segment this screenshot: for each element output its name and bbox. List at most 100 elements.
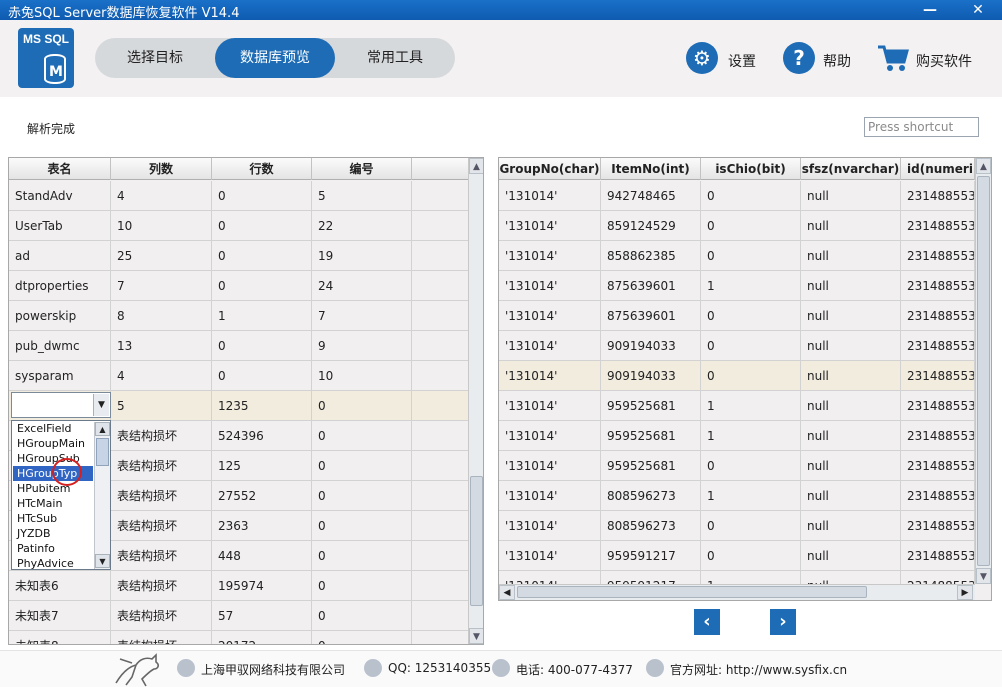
table-row[interactable]: '131014'8085962730null2314885530 bbox=[499, 511, 975, 541]
table-row[interactable]: '131014'8756396010null2314885530 bbox=[499, 301, 975, 331]
table-cell: 448 bbox=[212, 541, 312, 571]
minimize-button[interactable]: — bbox=[918, 1, 942, 19]
table-row[interactable]: '131014'9595256810null2314885530 bbox=[499, 451, 975, 481]
scroll-down-icon[interactable]: ▼ bbox=[469, 628, 483, 644]
scroll-up-icon[interactable]: ▲ bbox=[95, 422, 110, 436]
column-header-ischio[interactable]: isChio(bit) bbox=[701, 158, 801, 180]
table-dropdown-list[interactable]: ExcelField HGroupMain HGroupSub HGroupTyp HP… bbox=[11, 420, 111, 570]
shortcut-input[interactable]: Press shortcut bbox=[864, 117, 979, 137]
help-button[interactable]: ? 帮助 bbox=[783, 42, 863, 76]
table-row[interactable]: '131014'9091940330null2314885530 bbox=[499, 331, 975, 361]
dropdown-item[interactable]: HTcMain bbox=[13, 496, 93, 511]
scroll-left-icon[interactable]: ◀ bbox=[499, 585, 515, 600]
table-cell: 1 bbox=[701, 421, 801, 451]
table-row[interactable]: powerskip 8 1 7 bbox=[9, 301, 469, 331]
tab-select-target[interactable]: 选择目标 bbox=[95, 38, 215, 78]
scroll-down-icon[interactable]: ▼ bbox=[95, 554, 110, 568]
tab-database-preview[interactable]: 数据库预览 bbox=[215, 38, 335, 78]
table-cell: 0 bbox=[701, 241, 801, 271]
footer-website[interactable]: 官方网址: http://www.sysfix.cn bbox=[670, 661, 847, 678]
column-header-row-count[interactable]: 行数 bbox=[212, 158, 312, 180]
table-cell: 表结构损坏 bbox=[111, 601, 212, 631]
table-row[interactable]: '131014'8588623850null2314885530 bbox=[499, 241, 975, 271]
table-row[interactable]: 未知表6 表结构损坏 195974 0 bbox=[9, 571, 469, 601]
table-row[interactable]: UserTab 10 0 22 bbox=[9, 211, 469, 241]
column-header-id[interactable]: id(numeri bbox=[901, 158, 975, 180]
table-row[interactable]: 未知表7 表结构损坏 57 0 bbox=[9, 601, 469, 631]
close-button[interactable]: ✕ bbox=[966, 1, 990, 19]
table-cell: 909194033 bbox=[601, 331, 701, 361]
tab-common-tools[interactable]: 常用工具 bbox=[335, 38, 455, 78]
table-row[interactable]: '131014'9091940330null2314885530 bbox=[499, 361, 975, 391]
table-cell: 0 bbox=[312, 631, 412, 644]
table-cell: 808596273 bbox=[601, 511, 701, 541]
table-cell: 2314885530 bbox=[901, 241, 975, 271]
table-row[interactable]: '131014'9595256811null2314885530 bbox=[499, 421, 975, 451]
dropdown-item[interactable]: HGroupMain bbox=[13, 436, 93, 451]
settings-label: 设置 bbox=[728, 54, 756, 70]
table-cell: 0 bbox=[212, 361, 312, 391]
scroll-down-icon[interactable]: ▼ bbox=[976, 568, 991, 584]
table-cell: StandAdv bbox=[9, 181, 111, 211]
dropdown-scrollbar[interactable]: ▲ ▼ bbox=[94, 422, 110, 569]
table-select-combo[interactable]: ▼ bbox=[11, 392, 111, 418]
right-horizontal-scrollbar[interactable]: ◀ ▶ bbox=[499, 584, 975, 600]
scroll-right-icon[interactable]: ▶ bbox=[957, 585, 973, 600]
column-header-table-name[interactable]: 表名 bbox=[9, 158, 111, 180]
table-row[interactable]: '131014'9427484650null2314885530 bbox=[499, 181, 975, 211]
table-cell: 0 bbox=[701, 361, 801, 391]
dropdown-item[interactable]: ExcelField bbox=[13, 421, 93, 436]
table-row[interactable]: '131014'8591245290null2314885530 bbox=[499, 211, 975, 241]
app-window: 赤兔SQL Server数据库恢复软件 V14.4 — ✕ MS SQL M 选… bbox=[0, 0, 1002, 687]
column-header-column-count[interactable]: 列数 bbox=[111, 158, 212, 180]
right-vertical-scrollbar[interactable]: ▲ ▼ bbox=[975, 158, 991, 584]
table-cell: null bbox=[801, 211, 901, 241]
chevron-down-icon[interactable]: ▼ bbox=[93, 394, 109, 416]
scroll-thumb[interactable] bbox=[977, 176, 990, 566]
left-vertical-scrollbar[interactable]: ▲ ▼ bbox=[468, 158, 483, 644]
table-row[interactable]: sysparam 4 0 10 bbox=[9, 361, 469, 391]
dropdown-item[interactable]: Patinfo bbox=[13, 541, 93, 556]
table-row[interactable]: '131014'9595256811null2314885530 bbox=[499, 391, 975, 421]
next-page-button[interactable]: › bbox=[770, 609, 796, 635]
table-cell: 2314885530 bbox=[901, 211, 975, 241]
nav-tabs: 选择目标 数据库预览 常用工具 bbox=[95, 38, 455, 78]
buy-button[interactable]: 购买软件 bbox=[876, 42, 986, 76]
table-cell: 808596273 bbox=[601, 481, 701, 511]
scroll-up-icon[interactable]: ▲ bbox=[976, 158, 991, 174]
table-row[interactable]: '131014'9595912170null2314885530 bbox=[499, 541, 975, 571]
column-header-sfsz[interactable]: sfsz(nvarchar) bbox=[801, 158, 901, 180]
table-cell: 942748465 bbox=[601, 181, 701, 211]
table-row[interactable]: 未知表8表结构损坏201720 bbox=[9, 631, 469, 644]
dropdown-item[interactable]: JYZDB bbox=[13, 526, 93, 541]
dropdown-item[interactable]: HTcSub bbox=[13, 511, 93, 526]
table-row[interactable]: ad 25 0 19 bbox=[9, 241, 469, 271]
dropdown-item[interactable]: PhyAdvice bbox=[13, 556, 93, 571]
scroll-thumb[interactable] bbox=[517, 586, 867, 598]
table-cell: 9 bbox=[312, 331, 412, 361]
scroll-thumb[interactable] bbox=[470, 476, 483, 606]
table-cell: null bbox=[801, 391, 901, 421]
table-cell: 4 bbox=[111, 361, 212, 391]
scroll-up-icon[interactable]: ▲ bbox=[469, 158, 483, 174]
dropdown-item[interactable]: HPubitem bbox=[13, 481, 93, 496]
footer: 上海甲驭网络科技有限公司 QQ: 1253140355 电话: 400-077-… bbox=[0, 650, 1002, 687]
table-cell: 1 bbox=[701, 391, 801, 421]
table-row[interactable]: '131014'8085962731null2314885530 bbox=[499, 481, 975, 511]
column-header-itemno[interactable]: ItemNo(int) bbox=[601, 158, 701, 180]
dropdown-item[interactable]: HGroupSub bbox=[13, 451, 93, 466]
table-cell: 0 bbox=[312, 541, 412, 571]
settings-button[interactable]: ⚙ 设置 bbox=[686, 42, 766, 76]
scroll-thumb[interactable] bbox=[96, 438, 109, 466]
prev-page-button[interactable]: ‹ bbox=[694, 609, 720, 635]
table-cell: 858862385 bbox=[601, 241, 701, 271]
table-cell: 10 bbox=[111, 211, 212, 241]
table-row[interactable]: pub_dwmc 13 0 9 bbox=[9, 331, 469, 361]
table-row[interactable]: dtproperties 7 0 24 bbox=[9, 271, 469, 301]
column-header-number[interactable]: 编号 bbox=[312, 158, 412, 180]
table-cell: ad bbox=[9, 241, 111, 271]
table-cell: 表结构损坏 bbox=[111, 541, 212, 571]
table-row[interactable]: StandAdv 4 0 5 bbox=[9, 181, 469, 211]
column-header-groupno[interactable]: GroupNo(char) bbox=[499, 158, 601, 180]
table-row[interactable]: '131014'8756396011null2314885530 bbox=[499, 271, 975, 301]
